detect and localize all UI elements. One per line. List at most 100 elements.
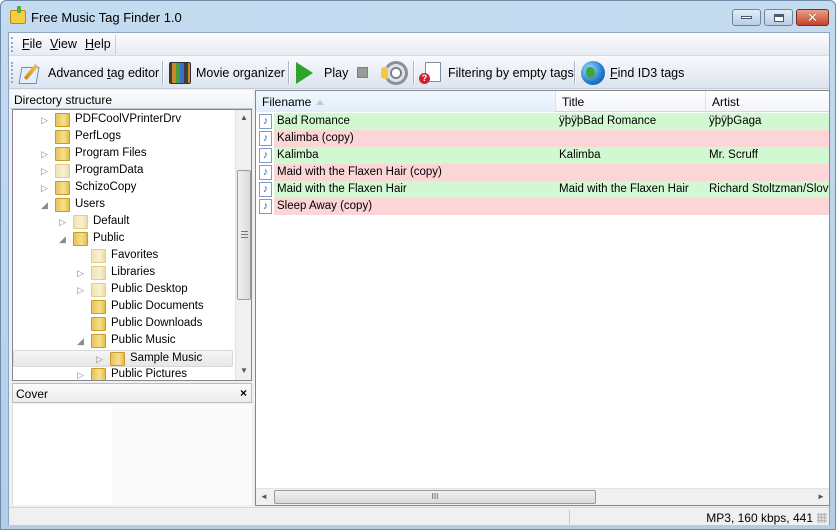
advanced-tag-editor-button[interactable]: Advanced tag editor	[19, 60, 159, 85]
expand-arrow-icon[interactable]: ▷	[77, 285, 85, 295]
tree-item-label: Public Music	[111, 334, 176, 346]
tree-item[interactable]: PerfLogs	[13, 129, 233, 146]
folder-icon	[73, 232, 88, 246]
menu-file-label: ile	[29, 37, 43, 51]
scroll-thumb[interactable]	[237, 170, 251, 300]
expand-arrow-icon[interactable]: ▷	[41, 149, 49, 159]
file-row[interactable]: ♪ Kalimba Kalimba Mr. Scruff	[256, 147, 829, 164]
globe-icon	[581, 60, 605, 85]
filtering-empty-tags-button[interactable]: Filtering by empty tags	[419, 60, 574, 85]
tree-item[interactable]: ▷ Program Files	[13, 146, 233, 163]
find-id3-tags-button[interactable]: Find ID3 tags	[581, 60, 684, 85]
minimize-icon	[741, 16, 752, 19]
cell-filename: Kalimba	[277, 149, 319, 161]
expand-arrow-icon[interactable]: ▷	[41, 166, 49, 176]
volume-icon	[381, 60, 408, 85]
folder-icon	[55, 147, 70, 161]
file-row[interactable]: ♪ Maid with the Flaxen Hair Maid with the …	[256, 181, 829, 198]
maximize-icon	[773, 13, 784, 22]
expand-arrow-icon[interactable]: ▷	[41, 183, 49, 193]
collapse-arrow-icon[interactable]: ◢	[59, 234, 67, 244]
movie-organizer-button[interactable]: Movie organizer	[169, 60, 285, 85]
filtering-empty-tags-label: Filtering by empty tags	[448, 65, 574, 80]
client-area: File View Help Advanced tag editor Movie…	[8, 32, 830, 525]
tag-editor-icon	[19, 62, 43, 84]
expand-arrow-icon[interactable]: ▷	[41, 115, 49, 125]
tree-item[interactable]: ▷ Libraries	[13, 265, 233, 282]
expand-arrow-icon[interactable]: ▷	[77, 370, 85, 380]
tree-item-label: Default	[93, 215, 130, 227]
scroll-thumb[interactable]: III	[274, 490, 596, 504]
status-file-info: MP3, 160 kbps, 441	[706, 511, 813, 525]
tree-item[interactable]: ▷ Public Pictures	[13, 367, 233, 380]
cell-filename: Sleep Away (copy)	[277, 200, 373, 212]
menu-help[interactable]: Help	[85, 37, 111, 51]
resize-grip[interactable]	[817, 513, 827, 523]
play-icon	[296, 61, 313, 84]
scroll-down-arrow[interactable]: ▼	[236, 363, 251, 379]
tree-vertical-scrollbar[interactable]: ▲ ▼	[235, 110, 251, 380]
menu-file[interactable]: File	[22, 37, 42, 51]
column-artist[interactable]: Artist	[706, 91, 829, 112]
cover-close-icon[interactable]: ×	[240, 386, 247, 400]
film-icon	[169, 61, 191, 84]
scroll-right-arrow[interactable]: ►	[813, 489, 829, 505]
menu-file-accel: F	[22, 37, 30, 51]
file-list[interactable]: Filename Title Artist ♪ Bad Romance ÿþÿþBa…	[255, 90, 830, 506]
file-row[interactable]: ♪ Maid with the Flaxen Hair (copy)	[256, 164, 829, 181]
music-file-icon: ♪	[259, 199, 272, 214]
tree-item[interactable]: ▷ Default	[13, 214, 233, 231]
menu-view[interactable]: View	[50, 37, 77, 51]
expand-arrow-icon[interactable]: ▷	[77, 268, 85, 278]
cell-filename: Bad Romance	[277, 115, 350, 127]
advanced-tag-editor-label: Advanced tag editor	[48, 65, 160, 80]
title-bar[interactable]: Free Music Tag Finder 1.0 ✕	[1, 1, 835, 33]
menu-grip[interactable]	[11, 37, 14, 52]
tree-item[interactable]: ◢ Users	[13, 197, 233, 214]
close-button[interactable]: ✕	[796, 9, 829, 26]
tree-item[interactable]: ▷ SchizoCopy	[13, 180, 233, 197]
directory-tree[interactable]: ▷ PDFCoolVPrinterDrv PerfLogs ▷ Program File…	[12, 109, 252, 381]
scroll-thumb-grip	[241, 231, 248, 238]
tree-item[interactable]: ◢ Public	[13, 231, 233, 248]
maximize-button[interactable]	[764, 9, 793, 26]
file-row[interactable]: ♪ Kalimba (copy)	[256, 130, 829, 147]
column-filename[interactable]: Filename	[256, 91, 556, 112]
scroll-up-arrow[interactable]: ▲	[236, 110, 251, 126]
tree-item[interactable]: Public Documents	[13, 299, 233, 316]
tree-item[interactable]: ◢ Public Music	[13, 333, 233, 350]
tree-item-label: Public	[93, 232, 125, 244]
tree-item[interactable]: Favorites	[13, 248, 233, 265]
cell-artist: ÿþÿþGaga	[709, 115, 762, 127]
file-row[interactable]: ♪ Bad Romance ÿþÿþBad Romance ÿþÿþGaga	[256, 113, 829, 130]
column-title[interactable]: Title	[556, 91, 706, 112]
expand-arrow-icon[interactable]: ▷	[59, 217, 67, 227]
folder-icon	[91, 317, 106, 331]
toolbar-grip[interactable]	[11, 62, 14, 83]
stop-button[interactable]	[357, 60, 368, 85]
tree-item[interactable]: ▷ Public Desktop	[13, 282, 233, 299]
status-separator	[569, 510, 570, 524]
file-list-horizontal-scrollbar[interactable]: ◄ III ►	[256, 488, 829, 505]
collapse-arrow-icon[interactable]: ◢	[77, 336, 85, 346]
expand-arrow-icon[interactable]: ▷	[96, 354, 104, 364]
tree-item[interactable]: ▷ Sample Music	[13, 350, 233, 367]
tree-item[interactable]: Public Downloads	[13, 316, 233, 333]
sort-ascending-icon	[316, 100, 325, 106]
collapse-arrow-icon[interactable]: ◢	[41, 200, 49, 210]
minimize-button[interactable]	[732, 9, 761, 26]
tree-item[interactable]: ▷ PDFCoolVPrinterDrv	[13, 112, 233, 129]
tree-item[interactable]: ▷ ProgramData	[13, 163, 233, 180]
toolbar-separator	[574, 61, 575, 84]
file-row[interactable]: ♪ Sleep Away (copy)	[256, 198, 829, 215]
directory-panel-header: Directory structure	[10, 90, 253, 109]
folder-icon	[55, 181, 70, 195]
volume-button[interactable]	[381, 60, 408, 85]
music-file-icon: ♪	[259, 131, 272, 146]
cell-filename: Kalimba (copy)	[277, 132, 354, 144]
scroll-left-arrow[interactable]: ◄	[256, 489, 272, 505]
tree-item-label: SchizoCopy	[75, 181, 137, 193]
play-button[interactable]: Play	[296, 60, 348, 85]
folder-icon	[91, 249, 106, 263]
music-file-icon: ♪	[259, 165, 272, 180]
